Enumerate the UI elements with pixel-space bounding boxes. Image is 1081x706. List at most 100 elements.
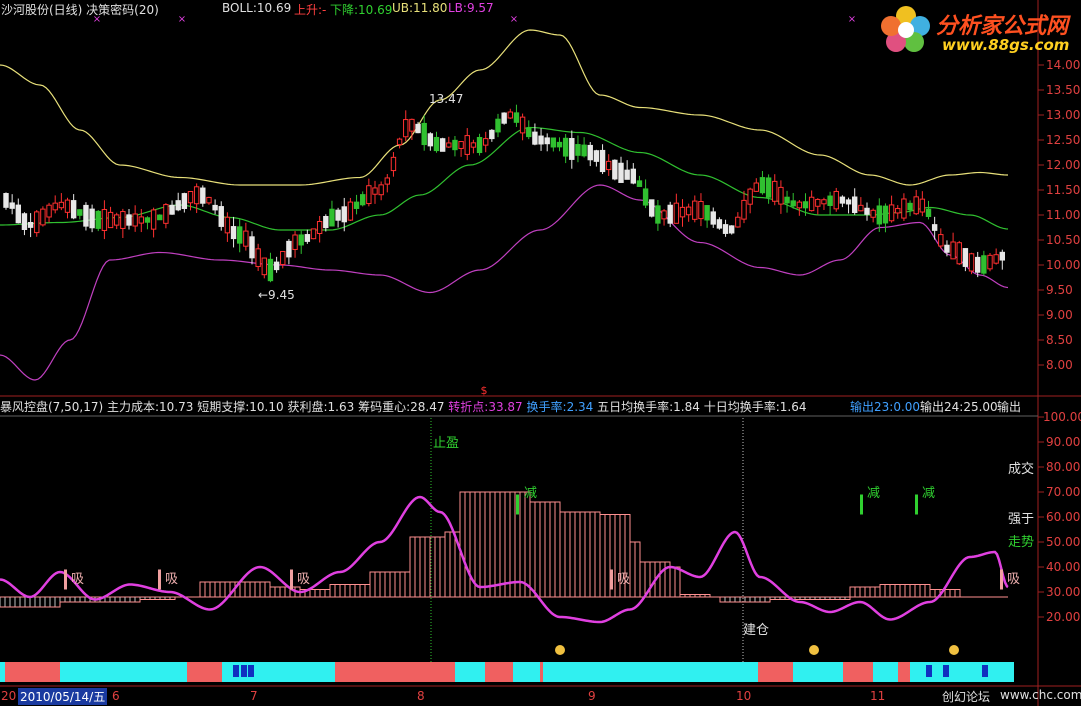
candle-down [286, 240, 292, 258]
candle-down [642, 188, 649, 206]
candle-up [606, 160, 612, 171]
candle-down [630, 168, 636, 184]
candle-up [446, 142, 452, 148]
candle-down [513, 112, 520, 123]
candle-up [888, 204, 895, 222]
candle-up [163, 204, 169, 224]
candle-down [237, 226, 243, 244]
candle-down [304, 234, 311, 242]
candle-down [802, 201, 809, 209]
candle-up [815, 198, 821, 207]
candle-down [655, 205, 661, 224]
candle-up [40, 208, 46, 226]
candle-up [464, 135, 470, 155]
strip-segment [758, 662, 793, 682]
candle-down [15, 204, 22, 224]
candle-up [114, 214, 120, 226]
candle-down [704, 205, 710, 221]
cross-marker: × [93, 14, 101, 25]
strip-block [926, 665, 932, 677]
candle-down [827, 195, 833, 206]
candle-down [716, 219, 723, 229]
candle-down [439, 138, 446, 152]
candle-down [181, 193, 188, 210]
stock-chart: × × × × $ [0, 0, 1081, 706]
candle-down [845, 199, 852, 205]
absorb-bar [1000, 569, 1003, 590]
cross-marker: × [848, 14, 856, 25]
candle-up [310, 228, 317, 240]
strip-segment [485, 662, 513, 682]
candle-up [224, 216, 231, 234]
candle-down [3, 193, 9, 208]
candle-down [624, 169, 630, 180]
candle-down [212, 204, 218, 211]
candle-down [476, 136, 483, 154]
candle-down [599, 149, 606, 173]
candle-down [169, 204, 175, 215]
candle-down [267, 258, 274, 282]
candle-up [470, 142, 477, 148]
candle-up [833, 190, 839, 210]
candle-down [944, 244, 950, 253]
candle-up [292, 234, 298, 250]
candle-down [433, 136, 440, 152]
candle-up [458, 141, 464, 149]
candle-up [507, 111, 514, 119]
candle-down [27, 221, 34, 228]
strip-segment [793, 662, 843, 682]
candle-down [864, 207, 870, 215]
candle-down [907, 202, 913, 211]
candle-up [132, 213, 138, 227]
candle-up [519, 116, 526, 134]
strip-segment [543, 662, 758, 682]
candle-down [636, 180, 643, 187]
candle-up [919, 198, 926, 213]
candle-down [89, 208, 95, 229]
candle-down [562, 137, 569, 157]
reduce-bar [915, 494, 918, 515]
candle-up [821, 199, 827, 205]
strip-segment [873, 662, 898, 682]
money-bag-icon [555, 645, 565, 655]
candle-up [901, 198, 907, 219]
strip-segment [0, 662, 5, 682]
candle-up [347, 201, 354, 221]
candle-down [273, 261, 280, 271]
candle-down [925, 208, 932, 217]
money-bag-icon [949, 645, 959, 655]
candle-down [999, 251, 1005, 261]
boll-upper-line [0, 29, 1009, 186]
candle-up [956, 242, 962, 265]
strip-segment [910, 662, 1014, 682]
candle-down [765, 177, 772, 198]
candle-down [501, 112, 507, 124]
candle-up [120, 211, 126, 229]
candle-up [409, 118, 415, 132]
candle-up [64, 199, 71, 213]
candle-down [200, 187, 206, 204]
candle-down [981, 255, 987, 274]
candle-down [876, 205, 882, 225]
strip-segment [187, 662, 222, 682]
strip-block [233, 665, 239, 677]
strip-segment [513, 662, 540, 682]
candle-down [667, 204, 673, 224]
candle-down [538, 135, 544, 145]
candle-down [593, 150, 600, 162]
candle-down [581, 144, 587, 157]
candle-up [403, 119, 409, 138]
candle-up [870, 209, 876, 218]
candle-down [489, 129, 495, 140]
candle-down [975, 256, 981, 273]
cross-marker: × [178, 14, 186, 25]
candle-up [895, 208, 901, 214]
candle-down [575, 144, 581, 156]
candle-up [483, 138, 489, 146]
candle-down [230, 226, 237, 240]
candle-up [206, 196, 212, 204]
strip-block [982, 665, 988, 677]
candle-up [772, 180, 778, 202]
candle-up [46, 204, 52, 218]
candle-up [378, 184, 384, 196]
